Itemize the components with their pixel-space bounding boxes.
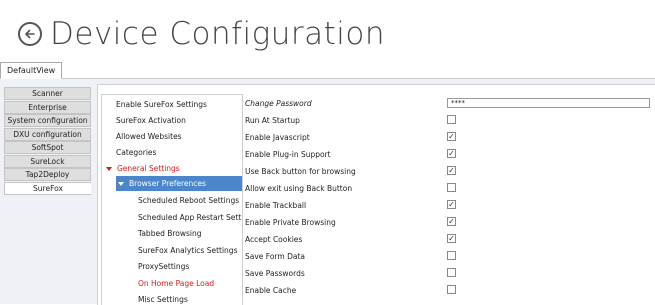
check-icon: ✓ [448,200,455,209]
nav-item-tap2deploy[interactable]: Tap2Deploy [4,168,91,181]
setting-label: Enable Private Browsing [245,218,336,227]
left-navigation: Scanner Enterprise System configuration … [4,87,91,195]
setting-row-enable-cache: Enable Cache [243,283,655,298]
nav-item-dxu-configuration[interactable]: DXU configuration [4,127,91,141]
tree-item-surefox-activation[interactable]: SureFox Activation [116,113,186,128]
tree-item-enable-surefox-settings[interactable]: Enable SureFox Settings [116,97,207,112]
setting-label: Save Form Data [245,252,305,261]
nav-item-surefox[interactable]: SureFox [4,181,91,195]
settings-tree: Enable SureFox Settings SureFox Activati… [101,94,243,305]
accept-cookies-checkbox[interactable]: ✓ [447,234,456,243]
view-tab-bar: DefaultView [0,62,655,79]
enable-trackball-checkbox[interactable]: ✓ [447,200,456,209]
nav-item-surelock[interactable]: SureLock [4,154,91,168]
page-header: Device Configuration [18,12,385,56]
setting-row-allow-exit-back-button: Allow exit using Back Button [243,181,655,196]
tree-item-allowed-websites[interactable]: Allowed Websites [116,129,182,144]
use-back-button-checkbox[interactable]: ✓ [447,166,456,175]
setting-label: Run At Startup [245,116,300,125]
setting-row-enable-javascript: Enable Javascript ✓ [243,130,655,145]
tree-item-proxysettings[interactable]: ProxySettings [138,259,189,274]
save-form-data-checkbox[interactable] [447,251,456,260]
tree-item-browser-preferences[interactable]: Browser Preferences [116,176,242,191]
setting-row-save-passwords: Save Passwords [243,266,655,281]
check-icon: ✓ [448,234,455,243]
nav-item-scanner[interactable]: Scanner [4,87,91,100]
setting-row-enable-private-browsing: Enable Private Browsing ✓ [243,215,655,230]
circle-arrow-left-icon[interactable] [18,22,42,46]
tree-item-scheduled-reboot-settings[interactable]: Scheduled Reboot Settings [138,193,239,208]
expand-triangle-icon[interactable] [118,182,124,186]
tree-item-tabbed-browsing[interactable]: Tabbed Browsing [138,226,202,241]
tab-defaultview[interactable]: DefaultView [0,62,63,79]
setting-row-change-password: Change Password **** [243,96,655,111]
setting-label: Enable Javascript [245,133,310,142]
setting-label: Enable Plug-in Support [245,150,331,159]
check-icon: ✓ [448,166,455,175]
nav-item-enterprise[interactable]: Enterprise [4,100,91,114]
nav-item-softspot[interactable]: SoftSpot [4,141,91,154]
setting-row-save-form-data: Save Form Data [243,249,655,264]
enable-cache-checkbox[interactable] [447,285,456,294]
tree-item-general-settings[interactable]: General Settings [106,161,180,176]
nav-item-system-configuration[interactable]: System configuration [4,114,91,127]
setting-row-run-at-startup: Run At Startup [243,113,655,128]
setting-row-enable-trackball: Enable Trackball ✓ [243,198,655,213]
page-title: Device Configuration [50,16,386,52]
check-icon: ✓ [448,149,455,158]
setting-row-use-back-button: Use Back button for browsing ✓ [243,164,655,179]
setting-row-enable-plugin-support: Enable Plug-in Support ✓ [243,147,655,162]
tree-item-label: Browser Preferences [129,179,206,188]
setting-label: Change Password [245,99,312,108]
tree-item-scheduled-app-restart-settings[interactable]: Scheduled App Restart Settings [138,210,242,225]
enable-private-browsing-checkbox[interactable]: ✓ [447,217,456,226]
tree-item-surefox-analytics-settings[interactable]: SureFox Analytics Settings [138,243,237,258]
setting-label: Enable Cache [245,286,297,295]
run-at-startup-checkbox[interactable] [447,115,456,124]
enable-javascript-checkbox[interactable]: ✓ [447,132,456,141]
tree-item-on-home-page-load[interactable]: On Home Page Load [138,276,214,291]
setting-label: Allow exit using Back Button [245,184,353,193]
setting-row-accept-cookies: Accept Cookies ✓ [243,232,655,247]
expand-triangle-icon[interactable] [106,167,112,171]
check-icon: ✓ [448,217,455,226]
tree-item-label: General Settings [117,164,180,173]
tree-item-misc-settings[interactable]: Misc Settings [138,292,188,305]
save-passwords-checkbox[interactable] [447,268,456,277]
check-icon: ✓ [448,132,455,141]
setting-label: Accept Cookies [245,235,303,244]
setting-label: Enable Trackball [245,201,307,210]
enable-plugin-support-checkbox[interactable]: ✓ [447,149,456,158]
setting-label: Use Back button for browsing [245,167,356,176]
setting-label: Save Passwords [245,269,305,278]
change-password-input[interactable]: **** [447,98,650,108]
allow-exit-back-button-checkbox[interactable] [447,183,456,192]
tree-item-categories[interactable]: Categories [116,145,156,160]
